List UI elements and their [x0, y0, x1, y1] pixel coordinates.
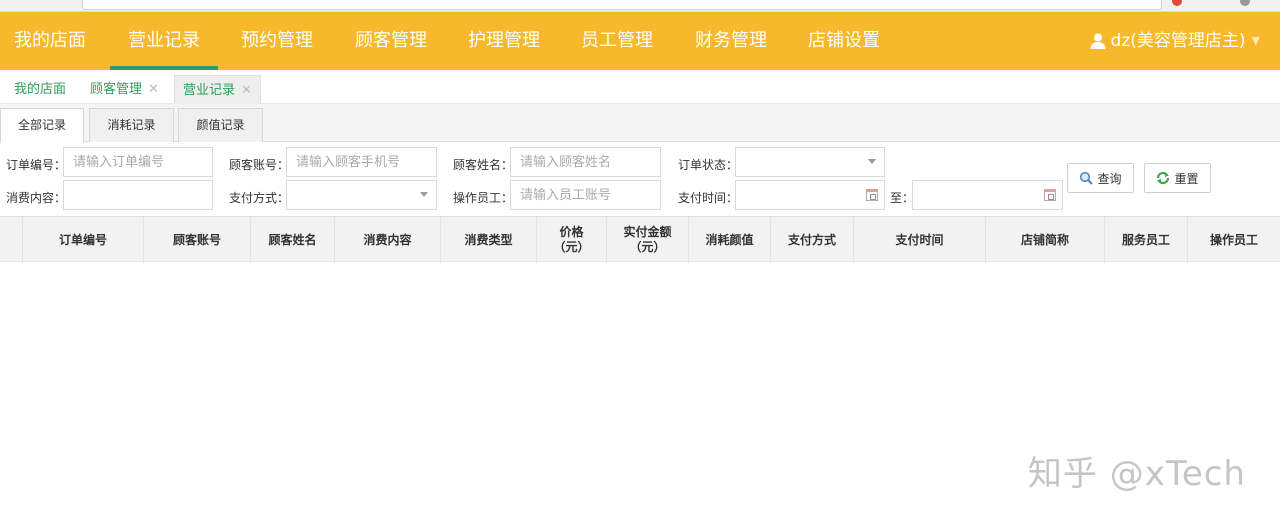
- calendar-icon[interactable]: [866, 189, 878, 201]
- column-operator[interactable]: 操作员工: [1188, 217, 1280, 263]
- chevron-down-icon: [868, 159, 876, 164]
- user-name: dz(美容管理店主): [1110, 31, 1246, 51]
- column-label: 订单编号: [58, 232, 107, 247]
- browser-toolbar: [0, 0, 1280, 12]
- browser-menu-icon[interactable]: [1240, 0, 1250, 6]
- nav-item-my-store[interactable]: 我的店面: [14, 12, 86, 70]
- close-icon[interactable]: ✕: [241, 83, 252, 98]
- column-label: 操作员工: [1209, 232, 1258, 247]
- tab-all-records[interactable]: 全部记录: [0, 108, 84, 143]
- content-input[interactable]: [63, 180, 213, 210]
- customer-name-label: 顾客姓名：: [453, 158, 514, 172]
- order-status-label: 订单状态：: [678, 158, 739, 172]
- query-button-label: 查询: [1097, 171, 1122, 186]
- order-no-input[interactable]: [63, 147, 213, 177]
- column-customer-name[interactable]: 顾客姓名: [251, 217, 335, 263]
- pay-time-end-input[interactable]: [912, 180, 1063, 210]
- column-label: 消耗颜值: [705, 232, 754, 247]
- nav-item-customers[interactable]: 顾客管理: [355, 12, 427, 70]
- nav-item-store-settings[interactable]: 店铺设置: [808, 12, 880, 70]
- top-navigation: 我的店面 营业记录 预约管理 顾客管理 护理管理 员工管理 财务管理 店铺设置 …: [0, 12, 1280, 70]
- address-bar[interactable]: [82, 0, 1162, 10]
- column-label: 消费内容: [363, 232, 412, 247]
- watermark: 知乎 @xTech: [1027, 454, 1246, 494]
- nav-item-staff[interactable]: 员工管理: [581, 12, 653, 70]
- chevron-down-icon: ▼: [1251, 34, 1260, 47]
- column-service-staff[interactable]: 服务员工: [1105, 217, 1188, 263]
- page-tab-label: 我的店面: [14, 82, 67, 97]
- tab-consumption-records[interactable]: 消耗记录: [89, 108, 174, 142]
- customer-account-input[interactable]: [286, 147, 437, 177]
- column-label: 实付金额 （元）: [623, 225, 672, 254]
- order-status-select[interactable]: [735, 147, 885, 177]
- user-menu[interactable]: dz(美容管理店主) ▼: [1089, 12, 1260, 70]
- column-paid-amount[interactable]: 实付金额 （元）: [607, 217, 689, 263]
- tab-beauty-value-records[interactable]: 颜值记录: [178, 108, 263, 142]
- column-label: 顾客账号: [172, 232, 221, 247]
- page-tab-label: 营业记录: [183, 83, 236, 98]
- operator-label: 操作员工：: [453, 191, 514, 205]
- nav-item-care[interactable]: 护理管理: [468, 12, 540, 70]
- column-label: 服务员工: [1121, 232, 1170, 247]
- column-customer-account[interactable]: 顾客账号: [144, 217, 251, 263]
- pay-time-label: 支付时间：: [678, 191, 739, 205]
- column-content[interactable]: 消费内容: [335, 217, 441, 263]
- column-price[interactable]: 价格 （元）: [537, 217, 607, 263]
- column-pay-time[interactable]: 支付时间: [854, 217, 986, 263]
- page-tab-business-records[interactable]: 营业记录 ✕: [174, 75, 261, 104]
- column-pay-method[interactable]: 支付方式: [771, 217, 854, 263]
- user-icon: [1090, 33, 1106, 49]
- customer-account-label: 顾客账号：: [229, 158, 290, 172]
- query-button[interactable]: 查询: [1067, 163, 1134, 193]
- nav-item-business-records[interactable]: 营业记录: [110, 12, 218, 70]
- order-no-label: 订单编号：: [6, 158, 67, 172]
- chevron-down-icon: [420, 192, 428, 197]
- page-tabs: 我的店面 顾客管理 ✕ 营业记录 ✕: [0, 70, 1280, 104]
- column-beauty-value[interactable]: 消耗颜值: [689, 217, 771, 263]
- browser-extension-icon[interactable]: [1172, 0, 1182, 6]
- records-table-header: 订单编号 顾客账号 顾客姓名 消费内容 消费类型 价格 （元） 实付金额 （元）…: [0, 216, 1280, 263]
- customer-name-input[interactable]: [510, 147, 661, 177]
- pay-time-to-label: 至：: [890, 191, 915, 205]
- search-icon: [1080, 171, 1094, 185]
- pay-method-select[interactable]: [286, 180, 437, 210]
- column-label: 顾客姓名: [268, 232, 317, 247]
- column-label: 价格 （元）: [553, 225, 590, 254]
- refresh-icon: [1157, 171, 1170, 185]
- operator-input[interactable]: [510, 180, 661, 210]
- column-order-no[interactable]: 订单编号: [23, 217, 144, 263]
- record-type-tabs: 全部记录 消耗记录 颜值记录: [0, 104, 1280, 143]
- pay-time-start-input[interactable]: [735, 180, 885, 210]
- content-label: 消费内容：: [6, 191, 67, 205]
- calendar-icon[interactable]: [1044, 189, 1056, 201]
- table-header-checkbox-cell: [0, 217, 23, 263]
- column-label: 店铺简称: [1020, 232, 1069, 247]
- page-tab-customers[interactable]: 顾客管理 ✕: [82, 75, 167, 104]
- pay-method-label: 支付方式：: [229, 191, 290, 205]
- reset-button-label: 重置: [1174, 171, 1199, 186]
- column-store-short-name[interactable]: 店铺简称: [986, 217, 1105, 263]
- page-tab-my-store[interactable]: 我的店面: [6, 75, 74, 104]
- column-label: 支付方式: [787, 232, 836, 247]
- nav-item-finance[interactable]: 财务管理: [695, 12, 767, 70]
- column-type[interactable]: 消费类型: [441, 217, 537, 263]
- page-tab-label: 顾客管理: [90, 82, 143, 97]
- nav-item-appointments[interactable]: 预约管理: [241, 12, 313, 70]
- reset-button[interactable]: 重置: [1144, 163, 1211, 193]
- column-label: 支付时间: [895, 232, 944, 247]
- close-icon[interactable]: ✕: [148, 82, 159, 97]
- column-label: 消费类型: [464, 232, 513, 247]
